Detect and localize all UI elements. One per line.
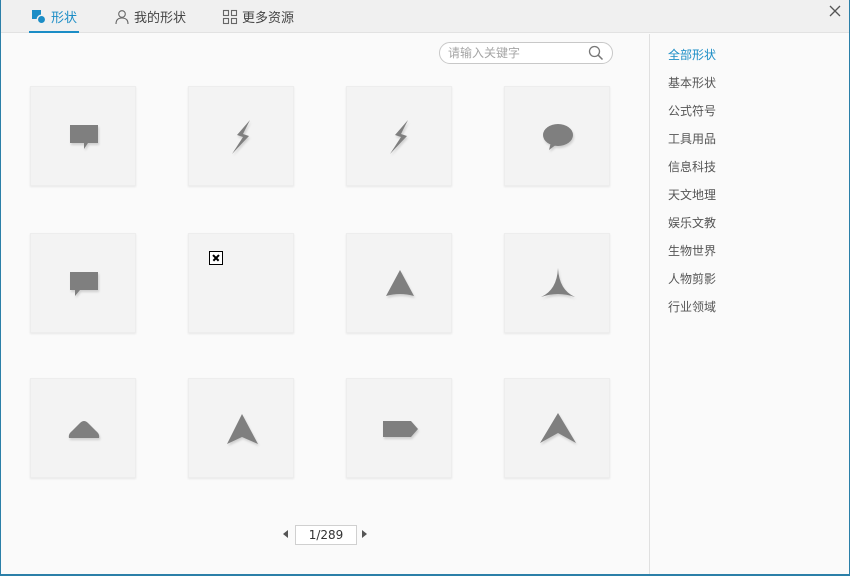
category-all-shapes[interactable]: 全部形状 bbox=[668, 46, 716, 63]
tab-label: 我的形状 bbox=[134, 11, 187, 26]
speech-bubble-oval-icon bbox=[543, 124, 573, 150]
search-input[interactable] bbox=[448, 45, 584, 61]
speech-bubble-rectangle-icon bbox=[70, 272, 98, 296]
shape-card[interactable] bbox=[346, 378, 452, 478]
category-astronomy-geography[interactable]: 天文地理 bbox=[668, 186, 716, 203]
user-icon bbox=[114, 9, 130, 25]
arrowhead-icon bbox=[227, 414, 258, 444]
triangle-curved-icon bbox=[386, 270, 414, 296]
category-basic-shapes[interactable]: 基本形状 bbox=[668, 74, 716, 91]
grid-icon bbox=[222, 9, 238, 25]
tab-more-resources[interactable]: 更多资源 bbox=[222, 0, 294, 33]
category-industry[interactable]: 行业领域 bbox=[668, 298, 716, 315]
chevron-arrowhead-icon bbox=[540, 413, 576, 443]
shape-icon bbox=[31, 9, 47, 25]
shape-card[interactable] bbox=[346, 86, 452, 186]
shape-card[interactable] bbox=[30, 378, 136, 478]
shape-card[interactable] bbox=[504, 86, 610, 186]
pentagon-tag-icon bbox=[383, 421, 418, 437]
search-icon[interactable] bbox=[588, 45, 604, 61]
category-info-tech[interactable]: 信息科技 bbox=[668, 158, 716, 175]
tab-bar: 形状 我的形状 更多资源 bbox=[1, 0, 849, 33]
tab-label: 形状 bbox=[51, 11, 78, 26]
category-sidebar: 全部形状 基本形状 公式符号 工具用品 信息科技 天文地理 娱乐文教 生物世界 … bbox=[649, 34, 849, 574]
speech-bubble-rectangle-icon bbox=[70, 125, 98, 149]
shape-card[interactable] bbox=[30, 86, 136, 186]
shape-card[interactable] bbox=[30, 233, 136, 333]
shape-card[interactable] bbox=[504, 378, 610, 478]
next-page-icon[interactable] bbox=[362, 530, 367, 538]
shape-card[interactable] bbox=[188, 378, 294, 478]
category-tools-supplies[interactable]: 工具用品 bbox=[668, 130, 716, 147]
triangle-concave-icon bbox=[541, 268, 575, 297]
category-entertainment-education[interactable]: 娱乐文教 bbox=[668, 214, 716, 231]
search-box bbox=[439, 42, 613, 64]
shape-card[interactable] bbox=[188, 86, 294, 186]
rounded-mound-icon bbox=[68, 421, 100, 438]
previous-page-icon[interactable] bbox=[283, 530, 288, 538]
shape-card[interactable] bbox=[504, 233, 610, 333]
close-button[interactable] bbox=[826, 3, 844, 21]
page-indicator[interactable]: 1/289 bbox=[295, 525, 357, 545]
shape-library-window: 形状 我的形状 更多资源 请输入关键字 1/289 全部形状 基本形状 公式符号… bbox=[0, 0, 850, 576]
tab-shapes[interactable]: 形状 bbox=[28, 0, 80, 33]
shape-card[interactable] bbox=[188, 233, 294, 333]
lightning-bolt-icon bbox=[390, 120, 408, 154]
shape-card[interactable] bbox=[346, 233, 452, 333]
tab-my-shapes[interactable]: 我的形状 bbox=[114, 0, 186, 33]
category-people-silhouettes[interactable]: 人物剪影 bbox=[668, 270, 716, 287]
category-formula-symbols[interactable]: 公式符号 bbox=[668, 102, 716, 119]
tab-label: 更多资源 bbox=[242, 11, 295, 26]
lightning-bolt-icon bbox=[232, 120, 250, 154]
category-biology[interactable]: 生物世界 bbox=[668, 242, 716, 259]
broken-image-icon bbox=[209, 251, 223, 265]
close-icon bbox=[829, 5, 841, 20]
